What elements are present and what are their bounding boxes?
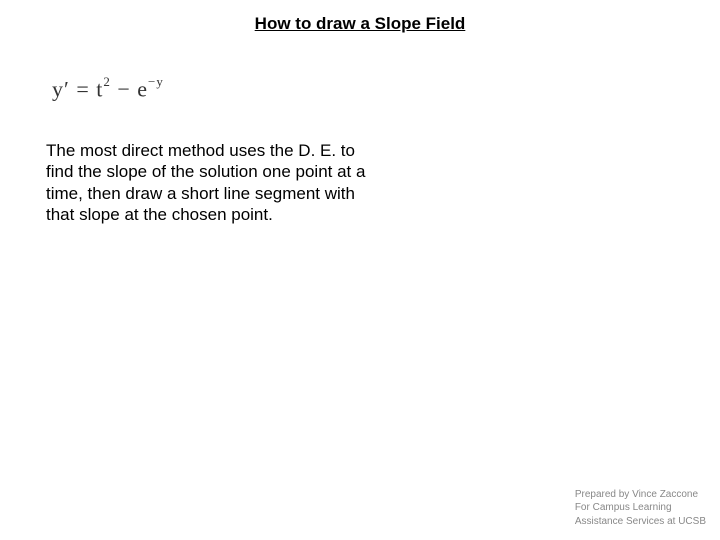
- footer-line-org2: Assistance Services at UCSB: [575, 515, 706, 529]
- eq-e: e: [137, 76, 148, 101]
- footer-line-author: Prepared by Vince Zaccone: [575, 488, 706, 502]
- eq-t-exponent: 2: [103, 74, 111, 89]
- attribution-footer: Prepared by Vince Zaccone For Campus Lea…: [575, 488, 706, 529]
- page-title: How to draw a Slope Field: [0, 0, 720, 34]
- eq-lhs-y: y: [52, 76, 64, 101]
- differential-equation: y′ = t2 − e−y: [52, 76, 164, 102]
- eq-minus: −: [111, 76, 137, 101]
- body-paragraph: The most direct method uses the D. E. to…: [46, 140, 376, 225]
- eq-equals: =: [70, 76, 96, 101]
- eq-e-exponent: −y: [148, 74, 164, 89]
- footer-line-org1: For Campus Learning: [575, 501, 706, 515]
